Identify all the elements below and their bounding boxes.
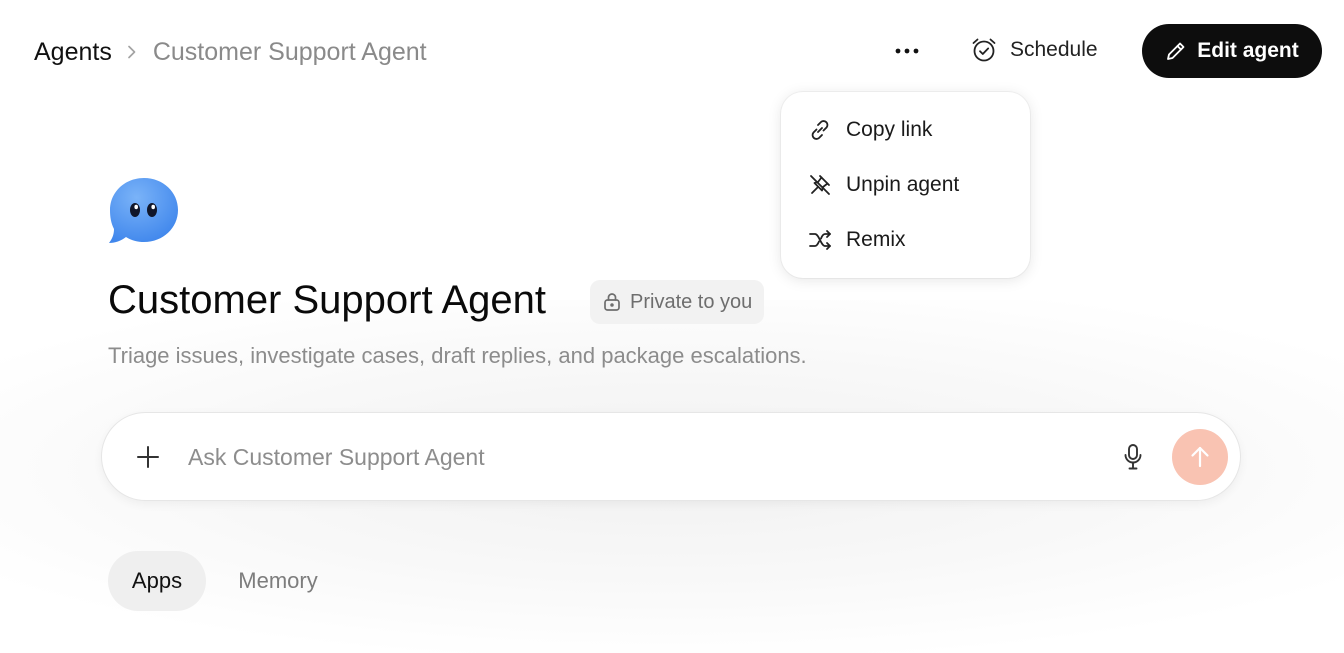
breadcrumb: Agents Customer Support Agent — [34, 34, 427, 70]
breadcrumb-current: Customer Support Agent — [152, 37, 427, 66]
tab-apps[interactable]: Apps — [108, 551, 206, 611]
menu-item-copy-link[interactable]: Copy link — [807, 115, 932, 145]
alarm-clock-icon — [970, 36, 998, 64]
link-icon — [807, 117, 833, 143]
shuffle-icon — [807, 227, 833, 253]
lock-icon — [602, 291, 622, 313]
tab-memory[interactable]: Memory — [216, 551, 340, 611]
microphone-icon — [1124, 444, 1142, 470]
arrow-up-icon — [1191, 446, 1209, 468]
edit-agent-label: Edit agent — [1197, 39, 1299, 62]
schedule-button[interactable]: Schedule — [960, 28, 1108, 72]
private-badge: Private to you — [590, 280, 765, 324]
edit-agent-button[interactable]: Edit agent — [1142, 24, 1322, 78]
send-button[interactable] — [1172, 429, 1228, 485]
breadcrumb-agents-link[interactable]: Agents — [34, 38, 112, 67]
menu-item-label: Remix — [846, 228, 906, 251]
agent-title: Customer Support Agent — [108, 278, 547, 322]
agent-avatar — [106, 176, 180, 246]
menu-item-label: Copy link — [846, 118, 933, 141]
voice-input-button[interactable] — [1118, 441, 1148, 473]
unpin-icon — [807, 172, 833, 198]
menu-item-unpin-agent[interactable]: Unpin agent — [807, 170, 959, 200]
plus-icon — [137, 446, 159, 468]
private-badge-label: Private to you — [630, 290, 753, 313]
more-options-button[interactable] — [884, 32, 930, 70]
agent-description: Triage issues, investigate cases, draft … — [108, 343, 807, 368]
chevron-right-icon — [127, 45, 137, 59]
options-menu: Copy link Unpin agent Remix — [781, 92, 1030, 278]
schedule-label: Schedule — [1010, 38, 1098, 61]
more-horizontal-icon — [895, 48, 919, 54]
menu-item-remix[interactable]: Remix — [807, 225, 906, 255]
pencil-icon — [1165, 40, 1187, 62]
add-attachment-button[interactable] — [132, 441, 164, 473]
composer — [101, 412, 1241, 501]
menu-item-label: Unpin agent — [846, 173, 960, 196]
message-input[interactable] — [188, 439, 1088, 475]
